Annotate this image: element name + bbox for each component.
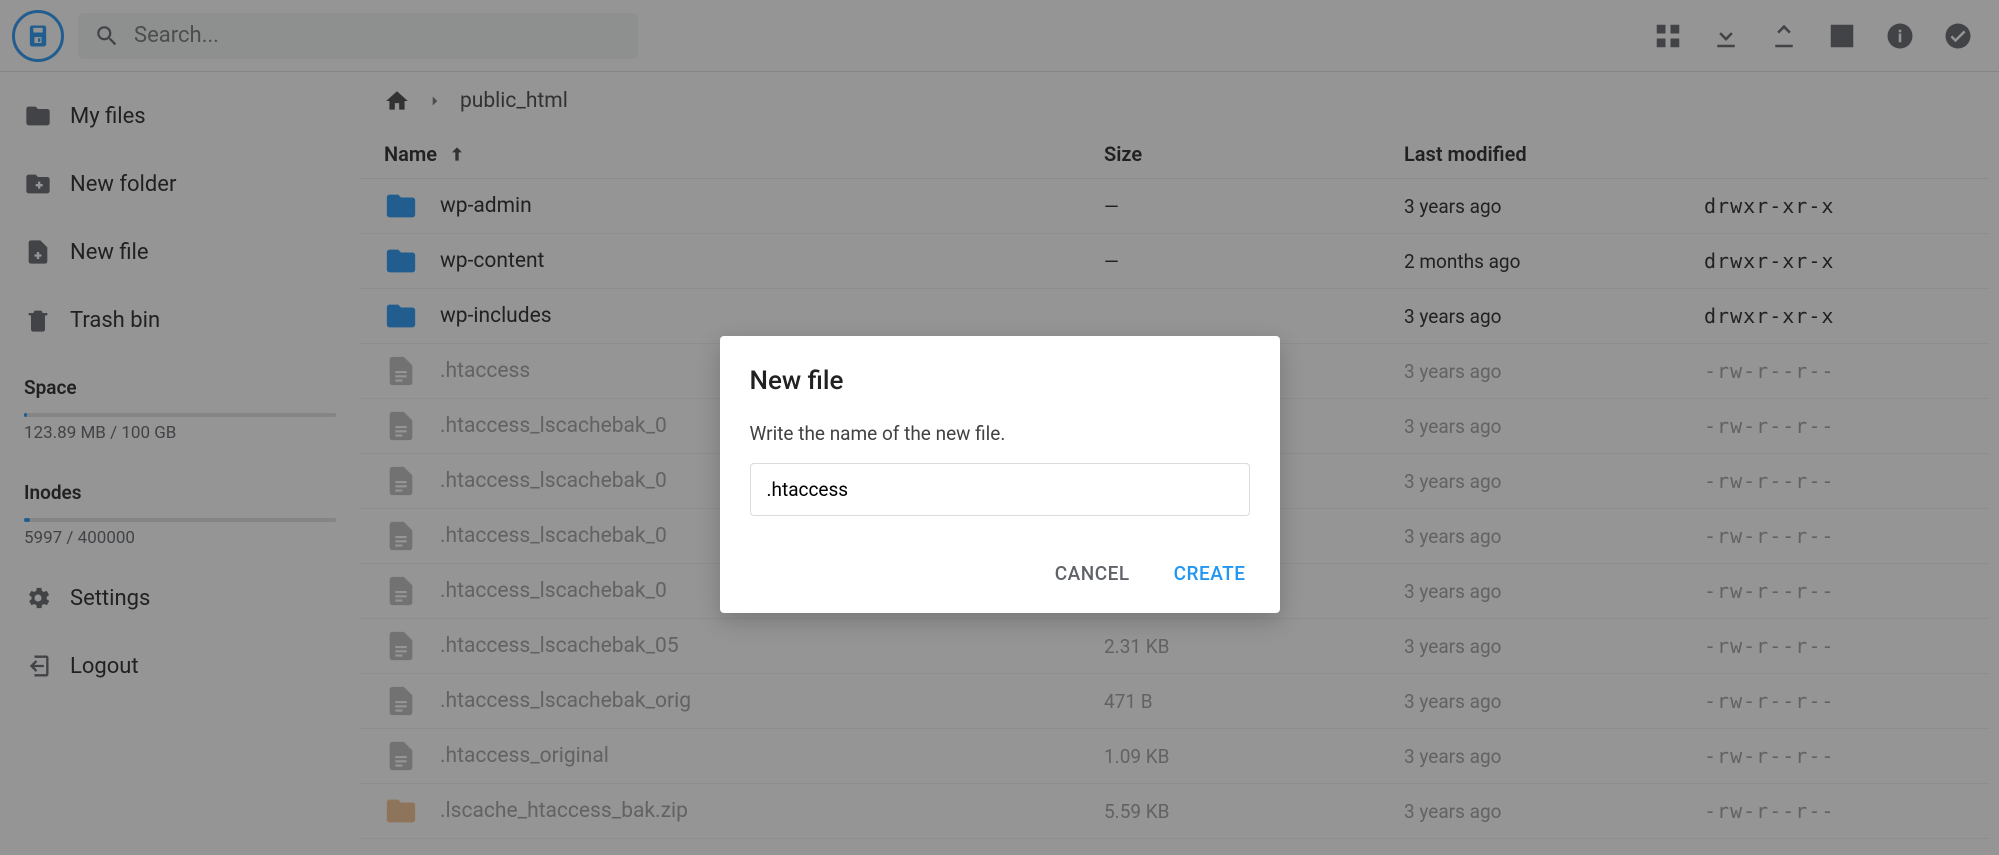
cancel-button[interactable]: CANCEL — [1051, 556, 1134, 591]
dialog-prompt: Write the name of the new file. — [750, 422, 1250, 445]
create-button[interactable]: CREATE — [1170, 556, 1250, 591]
dialog-title: New file — [750, 366, 1250, 396]
modal-overlay[interactable]: New file Write the name of the new file.… — [0, 0, 1999, 855]
new-file-dialog: New file Write the name of the new file.… — [720, 336, 1280, 613]
filename-input[interactable] — [750, 463, 1250, 516]
